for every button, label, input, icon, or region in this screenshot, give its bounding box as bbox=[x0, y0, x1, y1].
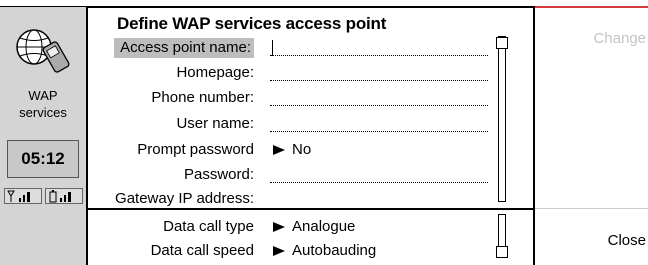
field-label: Access point name: bbox=[114, 38, 254, 58]
field-label: Homepage: bbox=[176, 64, 254, 81]
screen: WAP services 05:12 Define WAP services a… bbox=[0, 0, 648, 265]
field-phone-number[interactable]: Phone number: bbox=[90, 88, 495, 108]
scrollbar-top-thumb[interactable] bbox=[496, 37, 508, 49]
softkey-divider bbox=[535, 208, 648, 209]
field-label: Phone number: bbox=[151, 89, 254, 106]
field-data-call-type[interactable]: Data call type Analogue bbox=[90, 217, 495, 237]
battery-indicator bbox=[45, 188, 83, 204]
selection-arrow-icon bbox=[273, 222, 285, 232]
field-gateway-ip-address[interactable]: Gateway IP address: bbox=[90, 188, 495, 206]
field-prompt-password[interactable]: Prompt password No bbox=[90, 140, 495, 160]
app-name-line1: WAP bbox=[28, 88, 58, 103]
field-value: Analogue bbox=[292, 218, 356, 235]
field-access-point-name[interactable]: Access point name: bbox=[90, 38, 495, 58]
clock: 05:12 bbox=[7, 140, 79, 178]
status-indicators bbox=[4, 188, 84, 204]
close-button[interactable]: Close bbox=[535, 232, 648, 249]
field-input[interactable] bbox=[270, 131, 488, 132]
field-input[interactable] bbox=[270, 182, 488, 183]
dialog-title: Define WAP services access point bbox=[117, 14, 387, 33]
field-input[interactable] bbox=[270, 105, 488, 106]
selection-arrow-icon bbox=[273, 246, 285, 256]
field-label: Password: bbox=[183, 166, 254, 183]
globe-phone-icon bbox=[16, 29, 70, 73]
scrollbar-top[interactable] bbox=[498, 36, 506, 202]
field-label: Data call speed bbox=[150, 242, 254, 259]
signal-indicator bbox=[4, 188, 42, 204]
field-input[interactable] bbox=[270, 80, 488, 81]
field-label: Data call type bbox=[163, 218, 254, 235]
field-value: No bbox=[292, 141, 312, 158]
field-label: User name: bbox=[176, 115, 254, 132]
app-panel: WAP services 05:12 bbox=[0, 7, 88, 265]
field-homepage[interactable]: Homepage: bbox=[90, 63, 495, 83]
scrollbar-bottom-thumb[interactable] bbox=[496, 246, 508, 258]
field-user-name[interactable]: User name: bbox=[90, 114, 495, 134]
field-input[interactable] bbox=[270, 55, 488, 56]
field-data-call-speed[interactable]: Data call speed Autobauding bbox=[90, 241, 495, 261]
battery-icon bbox=[49, 190, 71, 203]
selection-arrow-icon bbox=[273, 145, 285, 155]
signal-icon bbox=[7, 190, 30, 202]
field-value: Autobauding bbox=[292, 242, 377, 259]
field-label: Prompt password bbox=[137, 141, 254, 158]
change-button[interactable]: Change bbox=[535, 30, 648, 47]
dialog-divider bbox=[88, 208, 535, 210]
text-cursor bbox=[272, 40, 273, 56]
app-name: WAP services bbox=[0, 87, 86, 121]
field-label: Gateway IP address: bbox=[115, 190, 254, 206]
field-password[interactable]: Password: bbox=[90, 165, 495, 185]
app-name-line2: services bbox=[19, 105, 67, 120]
